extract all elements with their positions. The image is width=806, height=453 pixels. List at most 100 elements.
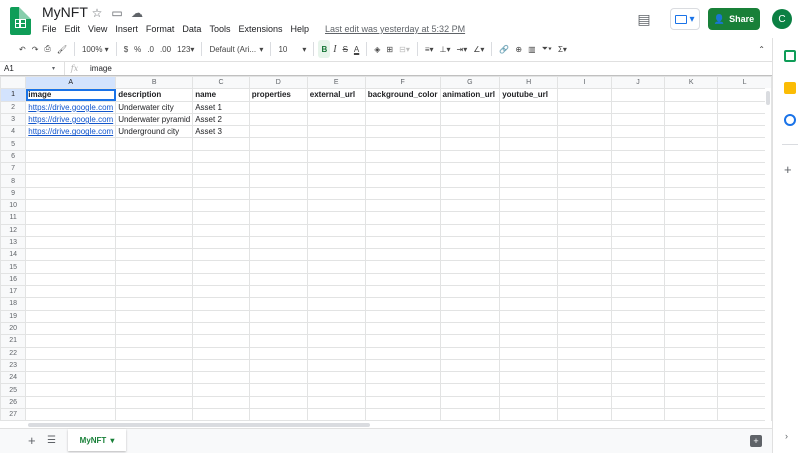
- cell-d15[interactable]: [248, 260, 308, 274]
- functions-icon[interactable]: Σ▾: [555, 40, 570, 58]
- cell-e11[interactable]: [306, 211, 366, 225]
- cell-i8[interactable]: [557, 174, 612, 188]
- cell-b21[interactable]: [115, 334, 194, 348]
- increase-decimal-button[interactable]: .00: [157, 40, 174, 58]
- cell-i24[interactable]: [557, 371, 612, 385]
- cell-a27[interactable]: [25, 408, 117, 422]
- strikethrough-button[interactable]: S: [340, 40, 351, 58]
- cell-b8[interactable]: [115, 174, 194, 188]
- cell-g19[interactable]: [439, 309, 501, 323]
- bold-button[interactable]: B: [318, 40, 331, 58]
- cell-l14[interactable]: [717, 248, 772, 262]
- cell-h16[interactable]: [499, 272, 559, 287]
- cell-g4[interactable]: [439, 125, 501, 139]
- cell-b16[interactable]: [115, 272, 194, 287]
- cell-i21[interactable]: [557, 334, 612, 348]
- cell-j10[interactable]: [610, 198, 666, 213]
- filter-icon[interactable]: ⏷▾: [539, 40, 555, 58]
- cell-b15[interactable]: [115, 260, 194, 274]
- cell-a2[interactable]: https://drive.google.com: [25, 100, 117, 114]
- column-header-e[interactable]: E: [306, 76, 366, 90]
- column-header-b[interactable]: B: [115, 76, 194, 90]
- cell-g10[interactable]: [439, 198, 501, 213]
- cell-b27[interactable]: [115, 408, 194, 422]
- cell-c5[interactable]: [192, 137, 250, 151]
- cell-l17[interactable]: [717, 285, 772, 299]
- cell-f22[interactable]: [364, 346, 441, 360]
- row-header[interactable]: 16: [0, 272, 27, 287]
- cell-h6[interactable]: [499, 149, 559, 164]
- sheet-tab[interactable]: MyNFT ▾: [68, 429, 126, 451]
- cell-l1[interactable]: [717, 88, 772, 102]
- cell-l22[interactable]: [717, 346, 772, 360]
- row-header[interactable]: 25: [0, 383, 27, 397]
- cell-d22[interactable]: [248, 346, 308, 360]
- cell-c18[interactable]: [192, 297, 250, 311]
- cell-l7[interactable]: [717, 162, 772, 176]
- cell-e6[interactable]: [306, 149, 366, 164]
- cell-a24[interactable]: [25, 371, 117, 385]
- cell-h12[interactable]: [499, 223, 559, 237]
- cell-d6[interactable]: [248, 149, 308, 164]
- cell-l3[interactable]: [717, 112, 772, 127]
- cell-k9[interactable]: [664, 186, 719, 200]
- cell-d10[interactable]: [248, 198, 308, 213]
- cell-j7[interactable]: [610, 162, 666, 176]
- cell-b13[interactable]: [115, 235, 194, 250]
- cell-f4[interactable]: [364, 125, 441, 139]
- cell-a12[interactable]: [25, 223, 117, 237]
- cell-i1[interactable]: [557, 88, 612, 102]
- cell-f12[interactable]: [364, 223, 441, 237]
- cell-f19[interactable]: [364, 309, 441, 323]
- cell-i17[interactable]: [557, 285, 612, 299]
- cell-j17[interactable]: [610, 285, 666, 299]
- cell-h15[interactable]: [499, 260, 559, 274]
- menu-format[interactable]: Format: [142, 22, 179, 36]
- cell-j25[interactable]: [610, 383, 666, 397]
- cell-k15[interactable]: [664, 260, 719, 274]
- cell-k24[interactable]: [664, 371, 719, 385]
- cell-b19[interactable]: [115, 309, 194, 323]
- row-header[interactable]: 8: [0, 174, 27, 188]
- cell-e8[interactable]: [306, 174, 366, 188]
- cell-h4[interactable]: [499, 125, 559, 139]
- cell-k3[interactable]: [664, 112, 719, 127]
- row-header[interactable]: 21: [0, 334, 27, 348]
- cell-g21[interactable]: [439, 334, 501, 348]
- row-header[interactable]: 27: [0, 408, 27, 422]
- cell-e27[interactable]: [306, 408, 366, 422]
- cell-f25[interactable]: [364, 383, 441, 397]
- cell-k5[interactable]: [664, 137, 719, 151]
- cell-e5[interactable]: [306, 137, 366, 151]
- cell-b23[interactable]: [115, 358, 194, 373]
- cell-f5[interactable]: [364, 137, 441, 151]
- cell-i23[interactable]: [557, 358, 612, 373]
- cell-b1[interactable]: description: [115, 88, 194, 102]
- cell-a13[interactable]: [25, 235, 117, 250]
- calendar-icon[interactable]: [784, 50, 796, 62]
- cell-d21[interactable]: [248, 334, 308, 348]
- cell-e7[interactable]: [306, 162, 366, 176]
- cell-k13[interactable]: [664, 235, 719, 250]
- cell-f20[interactable]: [364, 321, 441, 336]
- cell-f8[interactable]: [364, 174, 441, 188]
- cell-d18[interactable]: [248, 297, 308, 311]
- text-rotation-icon[interactable]: ∠▾: [470, 40, 487, 58]
- row-header[interactable]: 11: [0, 211, 27, 225]
- cell-a1[interactable]: image: [25, 88, 117, 102]
- cell-g13[interactable]: [439, 235, 501, 250]
- select-all-corner[interactable]: [0, 76, 27, 90]
- text-color-button[interactable]: A: [351, 40, 362, 58]
- cell-j26[interactable]: [610, 395, 666, 410]
- percent-format-button[interactable]: %: [131, 40, 144, 58]
- cell-k6[interactable]: [664, 149, 719, 164]
- cell-c17[interactable]: [192, 285, 250, 299]
- text-wrap-icon[interactable]: ⇥▾: [454, 40, 471, 58]
- cell-g15[interactable]: [439, 260, 501, 274]
- cell-i3[interactable]: [557, 112, 612, 127]
- cell-l8[interactable]: [717, 174, 772, 188]
- cell-l12[interactable]: [717, 223, 772, 237]
- cell-j12[interactable]: [610, 223, 666, 237]
- last-edit-link[interactable]: Last edit was yesterday at 5:32 PM: [321, 22, 469, 36]
- cell-e20[interactable]: [306, 321, 366, 336]
